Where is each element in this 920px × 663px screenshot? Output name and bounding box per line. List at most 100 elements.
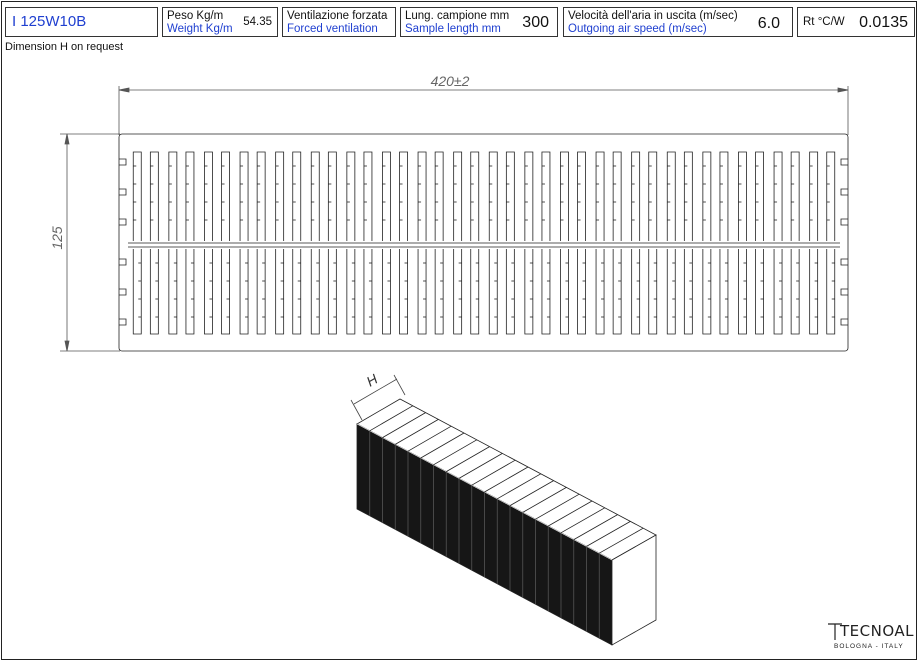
datasheet: I 125W10B Peso Kg/m Weight Kg/m 54.35 Ve… (0, 0, 920, 663)
fin-slot (524, 151, 534, 241)
fin-slot (185, 151, 195, 241)
fin-slot (648, 151, 658, 241)
side-notch (840, 318, 848, 326)
fin-slot (168, 151, 178, 241)
fin-slot (488, 249, 498, 335)
fin-slot (541, 151, 551, 241)
fin-slot (560, 249, 569, 335)
fin-slot (239, 151, 249, 241)
fin-slot (826, 151, 836, 241)
profile-section (118, 133, 849, 352)
fin-slot (595, 151, 605, 241)
fin-slot (505, 151, 515, 241)
fin-slot (149, 151, 159, 241)
fin-slot (221, 151, 230, 241)
side-notch (840, 288, 848, 296)
fin-slot (185, 249, 195, 335)
fin-slot (773, 151, 783, 241)
fin-slot (683, 249, 693, 335)
fin-slot (132, 249, 142, 335)
fin-slot (310, 249, 320, 335)
fin-slot (755, 249, 764, 335)
fin-slot (327, 151, 337, 241)
fin-slot (363, 249, 373, 335)
fin-slot (275, 249, 285, 335)
fin-slot (505, 249, 515, 335)
fin-slot (612, 249, 622, 335)
fin-slot (666, 249, 676, 335)
fin-slot (470, 249, 480, 335)
side-notch (119, 158, 127, 166)
fin-slot (256, 151, 266, 241)
height-dimension (60, 133, 120, 352)
fin-slot (434, 249, 444, 335)
logo-city: BOLOGNA - ITALY (834, 643, 904, 650)
fin-slot (239, 249, 249, 335)
fin-slot (631, 151, 641, 241)
isometric-view (356, 398, 657, 646)
fin-slot (470, 151, 480, 241)
fin-slot (310, 151, 320, 241)
fin-slot (382, 249, 391, 335)
fin-slot (719, 151, 729, 241)
fin-slot (204, 249, 213, 335)
side-notch (119, 258, 127, 266)
fin-slot (612, 151, 622, 241)
width-dimension-label: 420±2 (431, 73, 470, 89)
technical-drawing: 420±2 125 H (49, 73, 849, 646)
fin-slot (132, 151, 142, 241)
fin-slot (577, 151, 586, 241)
fin-slot (560, 151, 569, 241)
fin-slot (595, 249, 605, 335)
fin-slot (702, 151, 712, 241)
fin-slot (363, 151, 373, 241)
fin-slot (382, 151, 391, 241)
fin-slot (755, 151, 764, 241)
fin-slot (702, 249, 712, 335)
fin-slot (275, 151, 285, 241)
side-notch (840, 188, 848, 196)
side-notch (119, 218, 127, 226)
fin-slot (648, 249, 658, 335)
fin-slot (524, 249, 534, 335)
fin-slot (434, 151, 444, 241)
fin-slot (346, 151, 356, 241)
fin-slot (256, 249, 266, 335)
fin-slot (149, 249, 159, 335)
fin-slot (738, 151, 747, 241)
fin-slot (399, 249, 408, 335)
fin-slot (204, 151, 213, 241)
fin-slot (809, 151, 819, 241)
fin-slot (399, 151, 408, 241)
fin-slot (790, 151, 800, 241)
fin-slot (453, 249, 463, 335)
fin-slot (488, 151, 498, 241)
fin-slot (826, 249, 836, 335)
fin-slot (577, 249, 586, 335)
fin-slot (453, 151, 463, 241)
side-notch (840, 258, 848, 266)
side-notch (119, 318, 127, 326)
fin-slot (719, 249, 729, 335)
fin-slot (221, 249, 230, 335)
fin-slot (683, 151, 693, 241)
fin-slot (790, 249, 800, 335)
fin-slot (327, 249, 337, 335)
fin-slot (738, 249, 747, 335)
logo-name: TECNOAL (840, 622, 914, 640)
iso-h-label: H (364, 370, 382, 389)
fin-slot (292, 151, 302, 241)
side-notch (840, 218, 848, 226)
fin-slot (541, 249, 551, 335)
fin-slot (417, 151, 427, 241)
width-dimension (118, 86, 849, 135)
fin-slot (168, 249, 178, 335)
fin-slot (346, 249, 356, 335)
height-dimension-label: 125 (49, 226, 65, 250)
fin-slot (666, 151, 676, 241)
fin-slot (631, 249, 641, 335)
fin-slot (809, 249, 819, 335)
fin-slot (417, 249, 427, 335)
side-notch (119, 288, 127, 296)
fin-slot (773, 249, 783, 335)
